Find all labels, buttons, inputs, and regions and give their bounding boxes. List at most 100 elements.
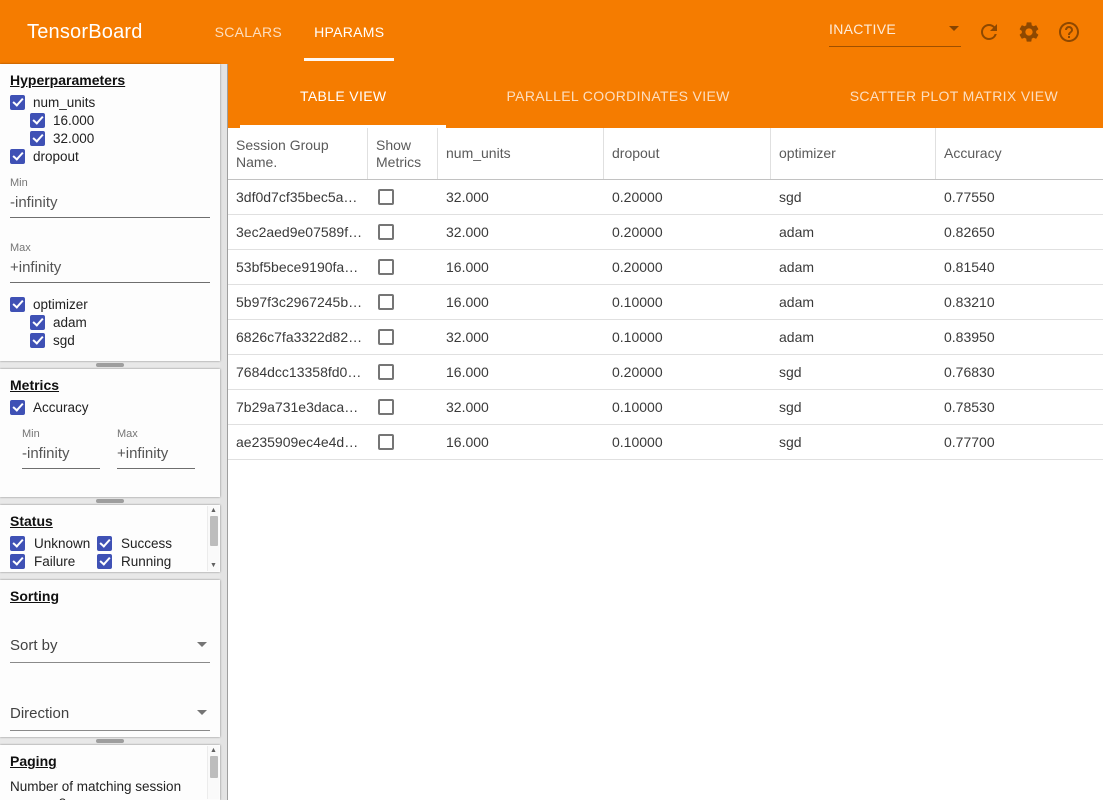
body: Hyperparameters num_units 16.000 32.000 …	[0, 64, 1103, 800]
metric-max-input[interactable]	[117, 441, 195, 469]
section-divider	[0, 737, 220, 745]
scroll-thumb[interactable]	[210, 756, 218, 778]
direction-select[interactable]: Direction	[10, 703, 210, 731]
session-group-name-cell: 53bf5bece9190fa…	[228, 259, 368, 275]
status-failure[interactable]: Failure	[10, 552, 97, 570]
optimizer-cell: adam	[771, 294, 936, 310]
checkbox-checked-icon[interactable]	[10, 149, 25, 164]
table-row: 6826c7fa3322d82… 32.000 0.10000 adam 0.8…	[228, 320, 1103, 355]
scroll-down-icon[interactable]: ▼	[208, 561, 219, 571]
hparam-dropout[interactable]: dropout	[10, 147, 210, 165]
paging-scrollbar[interactable]: ▲	[207, 746, 219, 799]
caret-down-icon	[197, 710, 207, 715]
sort-by-select[interactable]: Sort by	[10, 635, 210, 663]
checkbox-checked-icon[interactable]	[10, 536, 25, 551]
optimizer-cell: sgd	[771, 364, 936, 380]
help-icon	[1057, 20, 1081, 44]
hyperparameters-section: Hyperparameters num_units 16.000 32.000 …	[0, 64, 220, 361]
sorting-heading: Sorting	[10, 588, 210, 605]
dropout-max-input[interactable]	[10, 255, 210, 283]
column-header-dropout[interactable]: dropout	[604, 128, 771, 179]
tab-scalars[interactable]: SCALARS	[199, 0, 298, 64]
caret-down-icon	[197, 642, 207, 647]
checkbox-checked-icon[interactable]	[30, 131, 45, 146]
checkbox-checked-icon[interactable]	[10, 95, 25, 110]
tab-scatter-plot-matrix-view[interactable]: SCATTER PLOT MATRIX VIEW	[790, 64, 1103, 128]
metric-accuracy[interactable]: Accuracy	[10, 398, 210, 416]
column-header-accuracy[interactable]: Accuracy	[936, 128, 1103, 179]
section-resize-handle[interactable]	[96, 739, 124, 743]
checkbox-checked-icon[interactable]	[97, 554, 112, 569]
section-resize-handle[interactable]	[96, 499, 124, 503]
table-row: 7684dcc13358fd0… 16.000 0.20000 sgd 0.76…	[228, 355, 1103, 390]
status-unknown[interactable]: Unknown	[10, 534, 97, 552]
show-metrics-cell	[368, 329, 438, 345]
tab-table-view[interactable]: TABLE VIEW	[240, 64, 446, 128]
show-metrics-cell	[368, 259, 438, 275]
hparam-num-units-32[interactable]: 32.000	[30, 129, 210, 147]
plugin-tabs: SCALARS HPARAMS	[199, 0, 401, 64]
dropout-min-input[interactable]	[10, 190, 210, 218]
checkbox-checked-icon[interactable]	[10, 400, 25, 415]
hparam-optimizer-adam[interactable]: adam	[30, 313, 210, 331]
show-metrics-checkbox[interactable]	[378, 294, 394, 310]
status-success[interactable]: Success	[97, 534, 204, 552]
num-units-cell: 32.000	[438, 399, 604, 415]
table-row: 3df0d7cf35bec5a… 32.000 0.20000 sgd 0.77…	[228, 180, 1103, 215]
checkbox-checked-icon[interactable]	[30, 333, 45, 348]
table-row: 5b97f3c2967245b… 16.000 0.10000 adam 0.8…	[228, 285, 1103, 320]
accuracy-cell: 0.82650	[936, 224, 1103, 240]
refresh-button[interactable]	[977, 20, 1001, 44]
checkbox-label: sgd	[53, 333, 75, 348]
metric-min-input[interactable]	[22, 441, 100, 469]
checkbox-checked-icon[interactable]	[97, 536, 112, 551]
show-metrics-checkbox[interactable]	[378, 224, 394, 240]
table-row: 53bf5bece9190fa… 16.000 0.20000 adam 0.8…	[228, 250, 1103, 285]
scroll-up-icon[interactable]: ▲	[208, 506, 219, 516]
dropout-cell: 0.20000	[604, 364, 771, 380]
hparam-num-units[interactable]: num_units	[10, 93, 210, 111]
show-metrics-cell	[368, 364, 438, 380]
reload-interval-select[interactable]: INACTIVE	[829, 18, 961, 47]
tab-parallel-coordinates-view[interactable]: PARALLEL COORDINATES VIEW	[446, 64, 789, 128]
section-resize-handle[interactable]	[96, 363, 124, 367]
hparam-optimizer[interactable]: optimizer	[10, 295, 210, 313]
status-scrollbar[interactable]: ▲ ▼	[207, 506, 219, 571]
column-header-session-group-name[interactable]: Session Group Name.	[228, 128, 368, 179]
show-metrics-checkbox[interactable]	[378, 189, 394, 205]
show-metrics-checkbox[interactable]	[378, 259, 394, 275]
checkbox-checked-icon[interactable]	[10, 297, 25, 312]
show-metrics-checkbox[interactable]	[378, 434, 394, 450]
show-metrics-checkbox[interactable]	[378, 329, 394, 345]
num-units-cell: 16.000	[438, 294, 604, 310]
scroll-thumb[interactable]	[210, 516, 218, 546]
hparam-num-units-16[interactable]: 16.000	[30, 111, 210, 129]
status-running[interactable]: Running	[97, 552, 204, 570]
metrics-section: Metrics Accuracy Min Max	[0, 369, 220, 497]
session-group-name-cell: 7684dcc13358fd0…	[228, 364, 368, 380]
accuracy-cell: 0.77550	[936, 189, 1103, 205]
column-header-num-units[interactable]: num_units	[438, 128, 604, 179]
session-group-name-cell: 7b29a731e3daca…	[228, 399, 368, 415]
settings-button[interactable]	[1017, 20, 1041, 44]
hyperparameters-heading: Hyperparameters	[10, 72, 210, 89]
tab-hparams[interactable]: HPARAMS	[298, 0, 400, 64]
table-row: 3ec2aed9e07589f… 32.000 0.20000 adam 0.8…	[228, 215, 1103, 250]
show-metrics-checkbox[interactable]	[378, 399, 394, 415]
show-metrics-checkbox[interactable]	[378, 364, 394, 380]
num-units-cell: 32.000	[438, 189, 604, 205]
dropout-cell: 0.10000	[604, 399, 771, 415]
checkbox-checked-icon[interactable]	[10, 554, 25, 569]
hparam-optimizer-sgd[interactable]: sgd	[30, 331, 210, 349]
checkbox-checked-icon[interactable]	[30, 113, 45, 128]
tensorboard-app: TensorBoard SCALARS HPARAMS INACTIVE	[0, 0, 1103, 800]
checkbox-label: adam	[53, 315, 87, 330]
column-header-optimizer[interactable]: optimizer	[771, 128, 936, 179]
scroll-up-icon[interactable]: ▲	[208, 746, 219, 756]
column-header-show-metrics[interactable]: Show Metrics	[368, 128, 438, 179]
checkbox-checked-icon[interactable]	[30, 315, 45, 330]
num-units-cell: 16.000	[438, 259, 604, 275]
help-button[interactable]	[1057, 20, 1081, 44]
optimizer-cell: adam	[771, 329, 936, 345]
matching-groups-count: Number of matching session groups: 8	[10, 778, 192, 800]
